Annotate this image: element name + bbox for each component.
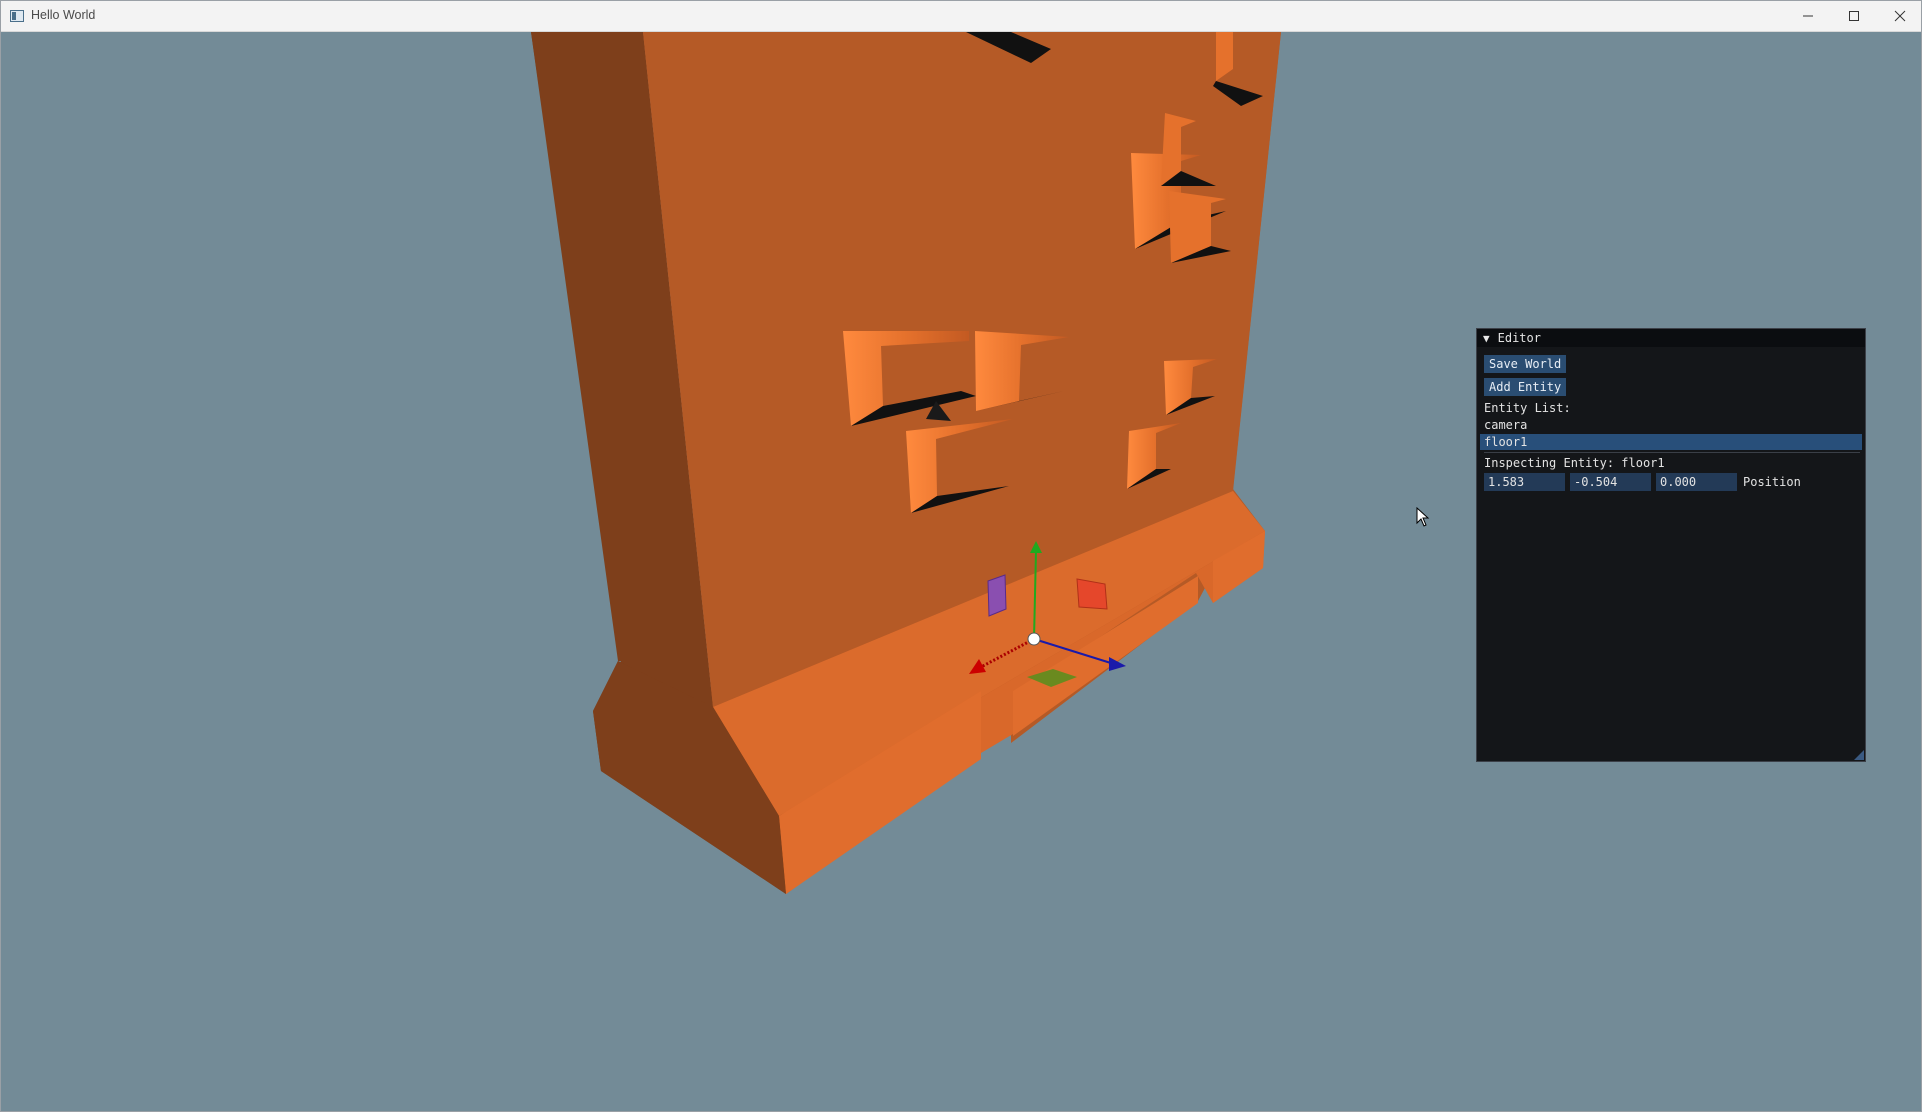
save-world-button[interactable]: Save World: [1484, 355, 1567, 373]
app-window-icon: [10, 10, 24, 22]
editor-panel[interactable]: ▼ Editor Save World Add Entity Entity Li…: [1476, 328, 1866, 762]
entity-list-item-camera[interactable]: camera: [1480, 417, 1862, 433]
entity-list-item-floor1[interactable]: floor1: [1480, 434, 1862, 450]
position-label: Position: [1743, 475, 1801, 489]
editor-title: Editor: [1497, 331, 1541, 345]
entity-list-label: Entity List:: [1484, 401, 1571, 415]
close-icon: [1894, 10, 1906, 22]
section-divider: [1484, 452, 1860, 453]
minimize-icon: [1803, 15, 1813, 17]
title-bar[interactable]: Hello World: [1, 1, 1921, 32]
maximize-button[interactable]: [1831, 1, 1877, 31]
position-x-input[interactable]: 1.583: [1484, 473, 1565, 491]
editor-header[interactable]: ▼ Editor: [1477, 329, 1865, 347]
position-y-input[interactable]: -0.504: [1570, 473, 1651, 491]
mouse-cursor-icon: [1416, 507, 1430, 527]
inspecting-label: Inspecting Entity: floor1: [1484, 456, 1665, 470]
app-window: Hello World ▼ Editor Save World Add Enti…: [0, 0, 1922, 1112]
position-z-input[interactable]: 0.000: [1656, 473, 1737, 491]
window-title: Hello World: [31, 8, 96, 22]
minimize-button[interactable]: [1785, 1, 1831, 31]
maximize-icon: [1849, 11, 1859, 21]
close-button[interactable]: [1877, 1, 1922, 31]
collapse-arrow-icon[interactable]: ▼: [1483, 332, 1490, 345]
resize-grip-icon[interactable]: [1854, 750, 1864, 760]
3d-viewport[interactable]: ▼ Editor Save World Add Entity Entity Li…: [1, 32, 1921, 1112]
add-entity-button[interactable]: Add Entity: [1484, 378, 1567, 396]
